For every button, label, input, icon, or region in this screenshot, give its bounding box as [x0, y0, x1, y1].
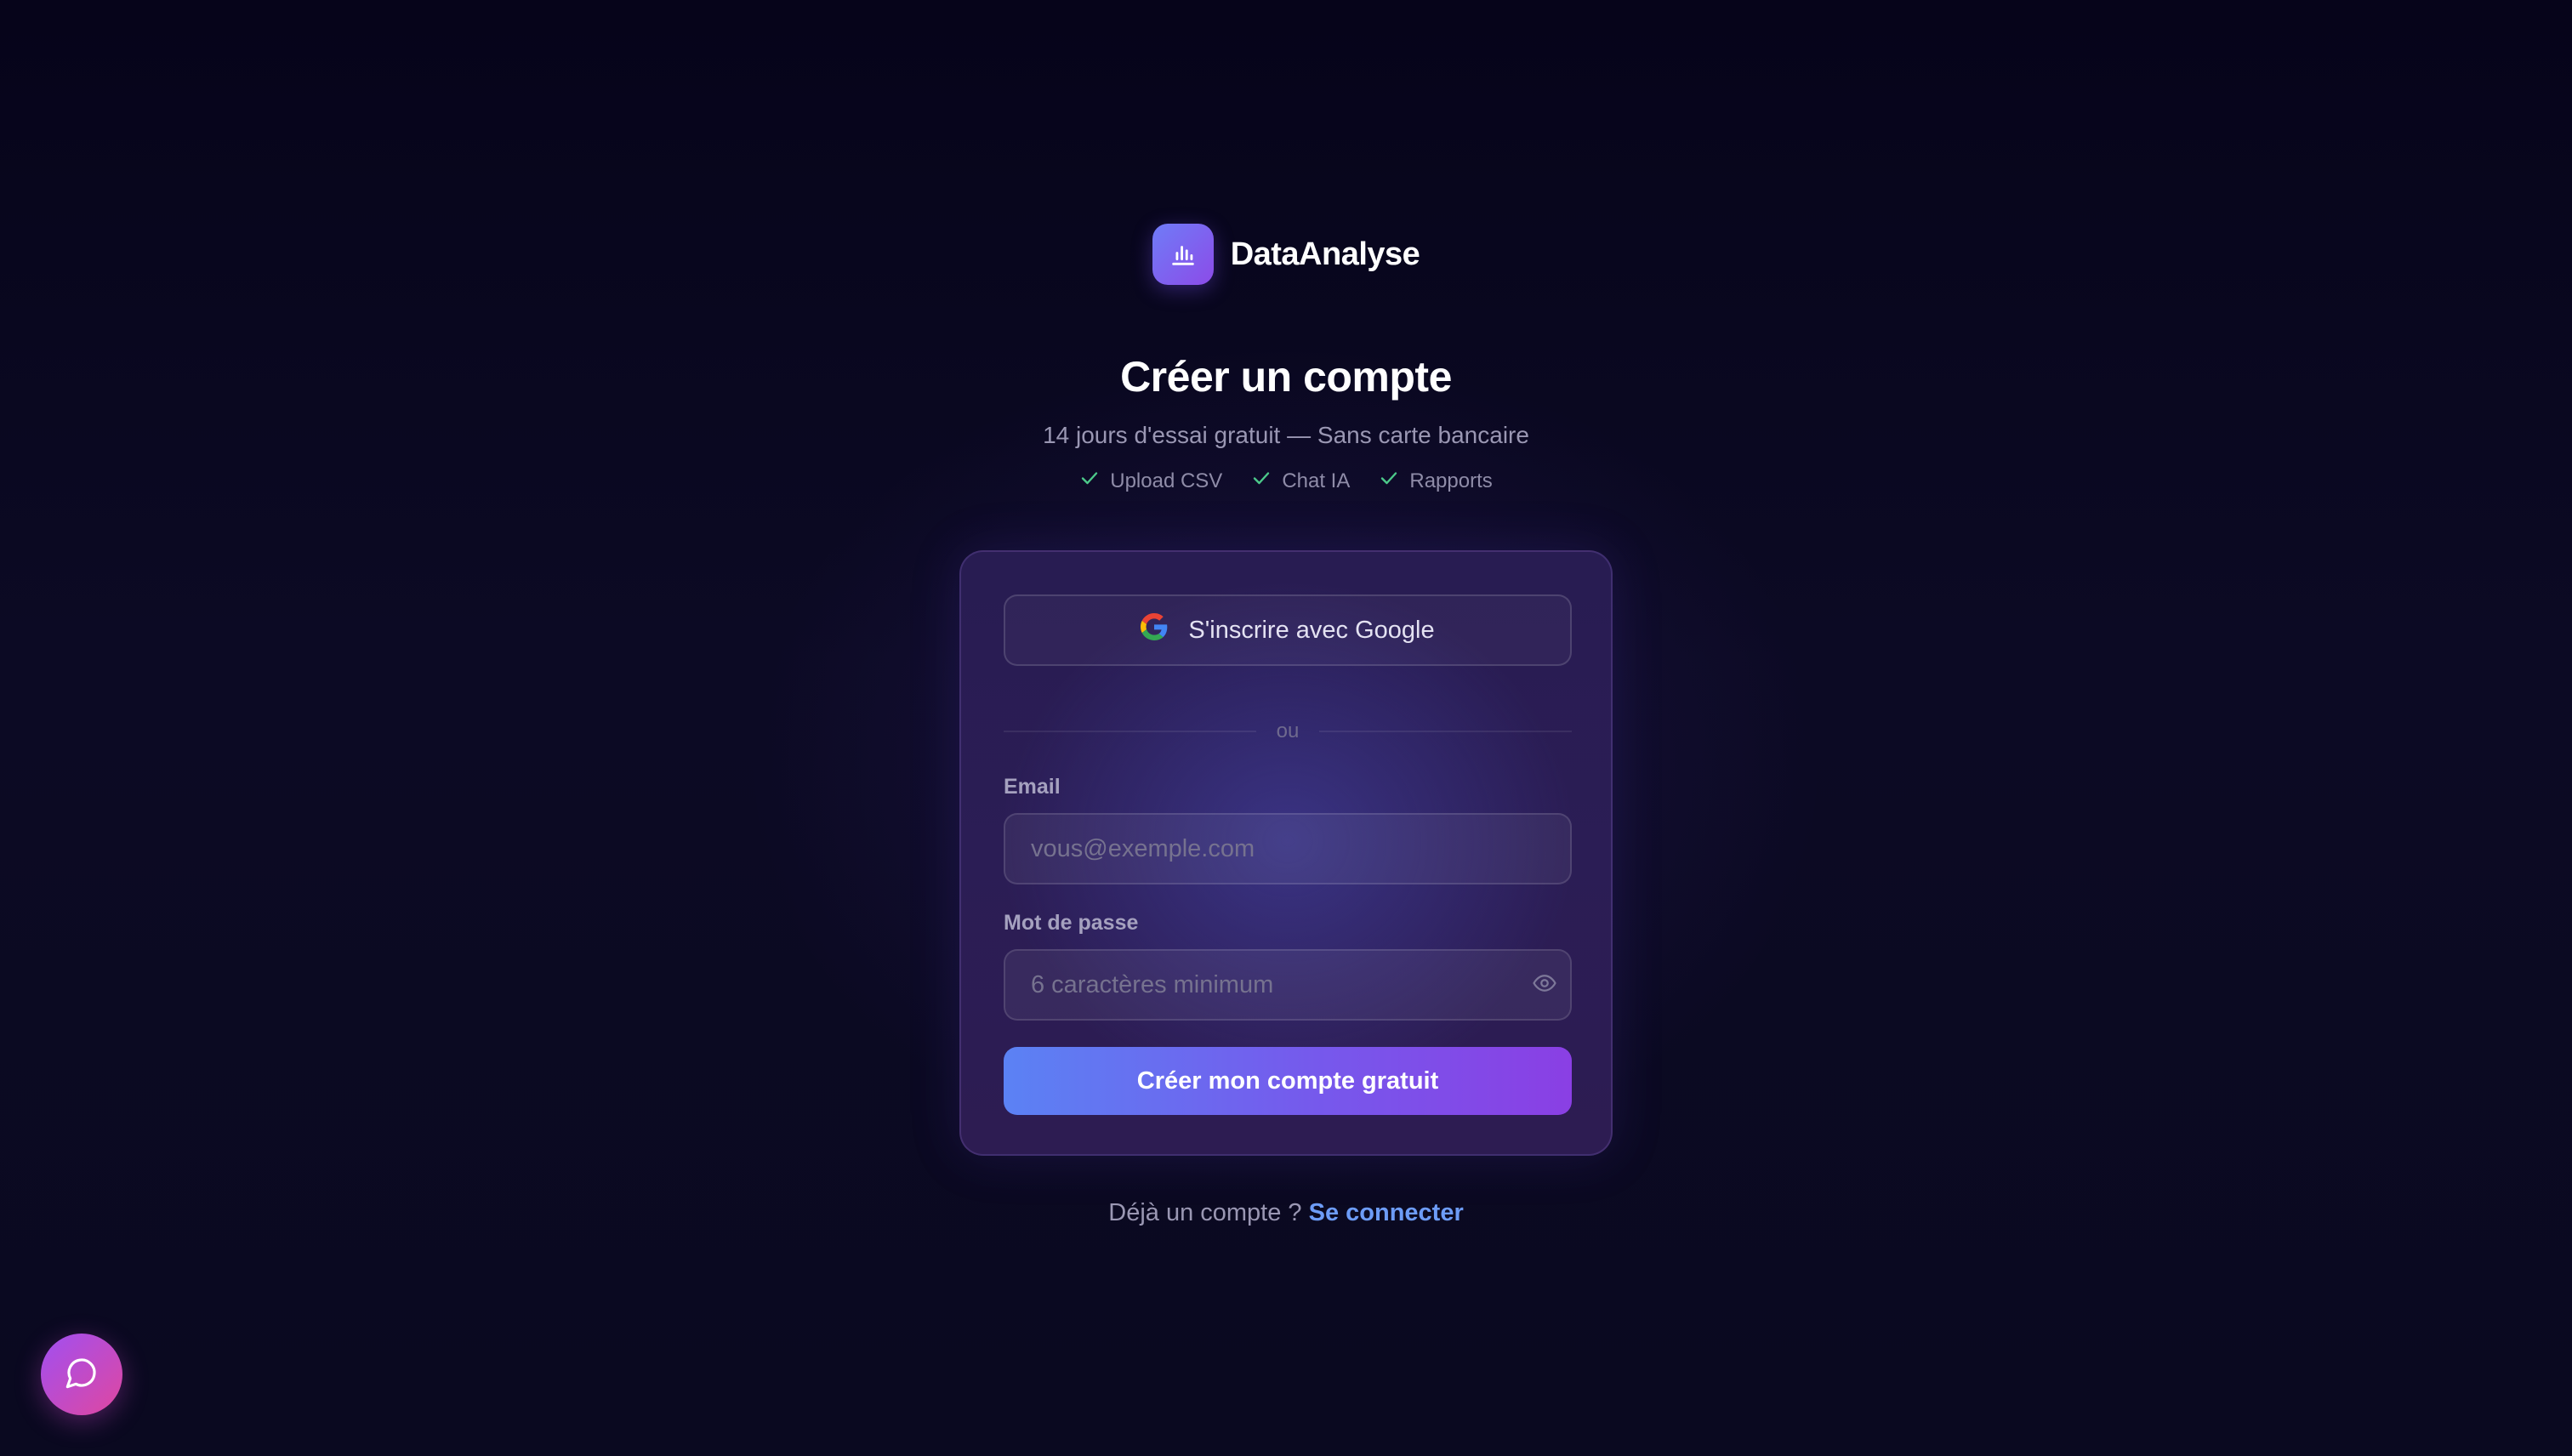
feature-list: Upload CSV Chat IA Rapports: [0, 468, 2572, 494]
feature-label: Rapports: [1409, 469, 1493, 492]
check-icon: [1379, 468, 1399, 494]
page-subtitle: 14 jours d'essai gratuit — Sans carte ba…: [1043, 422, 1529, 448]
login-link[interactable]: Se connecter: [1309, 1199, 1464, 1226]
divider-line: [1319, 731, 1573, 732]
divider-text: ou: [1276, 719, 1300, 742]
check-icon: [1251, 468, 1272, 494]
signup-card: S'inscrire avec Google ou Email Mot de p…: [959, 550, 1613, 1156]
google-icon: [1141, 613, 1168, 647]
check-icon: [1079, 468, 1100, 494]
eye-icon[interactable]: [1531, 970, 1558, 997]
login-prompt-row: Déjà un compte ? Se connecter: [0, 1199, 2572, 1227]
feature-label: Upload CSV: [1110, 469, 1223, 492]
chat-bubble-icon: [65, 1356, 99, 1394]
feature-item: Chat IA: [1251, 468, 1350, 494]
feature-item: Upload CSV: [1079, 468, 1222, 494]
password-field[interactable]: [1004, 949, 1572, 1021]
email-field[interactable]: [1004, 813, 1572, 884]
feature-label: Chat IA: [1282, 469, 1351, 492]
login-prompt: Déjà un compte ?: [1108, 1199, 1309, 1226]
google-signup-button[interactable]: S'inscrire avec Google: [1004, 594, 1572, 666]
brand-header: DataAnalyse: [0, 224, 2572, 285]
google-signup-label: S'inscrire avec Google: [1188, 616, 1435, 644]
password-label: Mot de passe: [1004, 911, 1139, 935]
bar-chart-icon: [1152, 224, 1214, 285]
chat-button[interactable]: [41, 1334, 122, 1415]
divider-line: [1004, 731, 1256, 732]
create-account-button[interactable]: Créer mon compte gratuit: [1004, 1047, 1572, 1115]
email-label: Email: [1004, 775, 1061, 799]
brand-name: DataAnalyse: [1230, 236, 1420, 272]
or-divider: ou: [1004, 719, 1573, 744]
page-title: Créer un compte: [1120, 353, 1452, 401]
feature-item: Rapports: [1379, 468, 1493, 494]
